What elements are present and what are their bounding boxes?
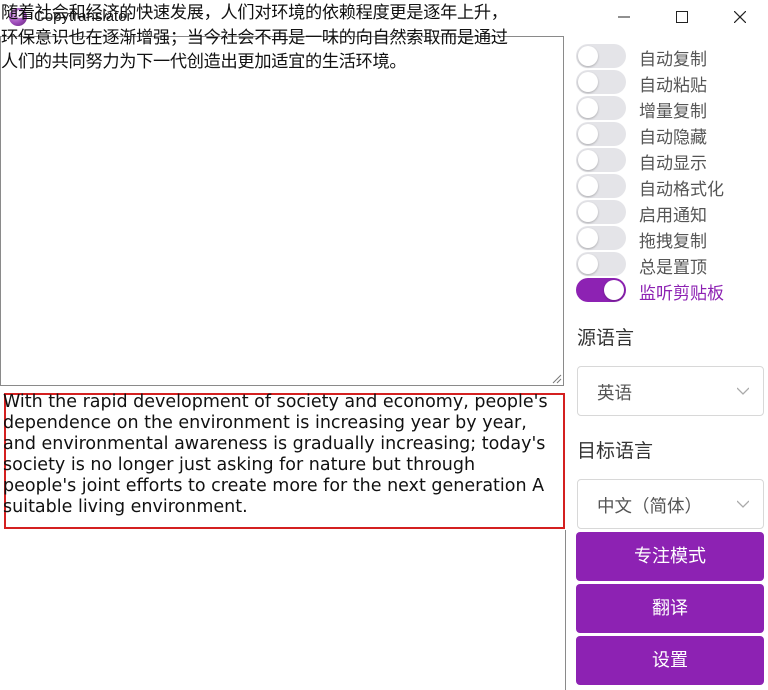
toggle-knob	[578, 150, 598, 170]
resize-grip-icon[interactable]	[550, 372, 562, 384]
toggle-switch[interactable]	[576, 96, 626, 120]
toggle-knob	[578, 254, 598, 274]
toggle-label: 增量复制	[639, 102, 707, 122]
source-language-select[interactable]: 英语	[577, 366, 764, 416]
target-language-value: 中文（简体）	[597, 497, 702, 517]
toggle-row[interactable]: 自动显示	[576, 147, 766, 174]
close-button[interactable]	[712, 0, 768, 34]
toggle-label: 自动隐藏	[639, 128, 707, 148]
close-icon	[734, 11, 746, 23]
source-language-value: 英语	[597, 384, 632, 404]
toggle-switch[interactable]	[576, 44, 626, 68]
toggle-label: 启用通知	[639, 206, 707, 226]
toggle-switch[interactable]	[576, 200, 626, 224]
translation-result-text[interactable]: With the rapid development of society an…	[3, 392, 568, 518]
toggle-label: 总是置顶	[639, 258, 707, 278]
toggle-knob	[604, 280, 624, 300]
toggle-row[interactable]: 监听剪贴板	[576, 277, 766, 304]
toggle-row[interactable]: 自动复制	[576, 43, 766, 70]
translate-button[interactable]: 翻译	[576, 584, 764, 633]
toggle-knob	[578, 46, 598, 66]
toggle-knob	[578, 98, 598, 118]
toggle-row[interactable]: 拖拽复制	[576, 225, 766, 252]
toggle-label: 自动格式化	[639, 180, 724, 200]
toggle-switch[interactable]	[576, 122, 626, 146]
toggle-label: 监听剪贴板	[639, 284, 724, 304]
toggle-knob	[578, 72, 598, 92]
source-language-label: 源语言	[577, 327, 635, 349]
toggle-row[interactable]: 自动格式化	[576, 173, 766, 200]
toggle-knob	[578, 202, 598, 222]
settings-button[interactable]: 设置	[576, 636, 764, 685]
toggle-knob	[578, 176, 598, 196]
toggle-label: 拖拽复制	[639, 232, 707, 252]
toggle-switch[interactable]	[576, 70, 626, 94]
toggle-switch[interactable]	[576, 148, 626, 172]
toggle-label: 自动粘贴	[639, 76, 707, 96]
panel-divider	[565, 530, 566, 690]
target-language-label: 目标语言	[577, 440, 654, 462]
toggle-row[interactable]: 增量复制	[576, 95, 766, 122]
source-textarea[interactable]	[0, 36, 564, 386]
toggle-switch[interactable]	[576, 252, 626, 276]
toggle-switch[interactable]	[576, 278, 626, 302]
toggle-switch[interactable]	[576, 226, 626, 250]
toggle-knob	[578, 124, 598, 144]
source-text: 随着社会和经济的快速发展，人们对环境的依赖程度更是逐年上升， 环保意识也在逐渐增…	[1, 3, 508, 72]
toggle-row[interactable]: 自动隐藏	[576, 121, 766, 148]
toggle-label: 自动复制	[639, 50, 707, 70]
toggle-row[interactable]: 总是置顶	[576, 251, 766, 278]
chevron-down-icon	[737, 387, 749, 395]
focus-mode-button[interactable]: 专注模式	[576, 532, 764, 581]
chevron-down-icon	[737, 500, 749, 508]
maximize-icon	[676, 11, 688, 23]
target-language-select[interactable]: 中文（简体）	[577, 479, 764, 529]
toggle-switch[interactable]	[576, 174, 626, 198]
toggle-knob	[578, 228, 598, 248]
toggle-row[interactable]: 自动粘贴	[576, 69, 766, 96]
maximize-button[interactable]	[654, 0, 710, 34]
minimize-button[interactable]	[596, 0, 652, 34]
toggle-row[interactable]: 启用通知	[576, 199, 766, 226]
toggle-label: 自动显示	[639, 154, 707, 174]
minimize-icon	[618, 16, 630, 18]
